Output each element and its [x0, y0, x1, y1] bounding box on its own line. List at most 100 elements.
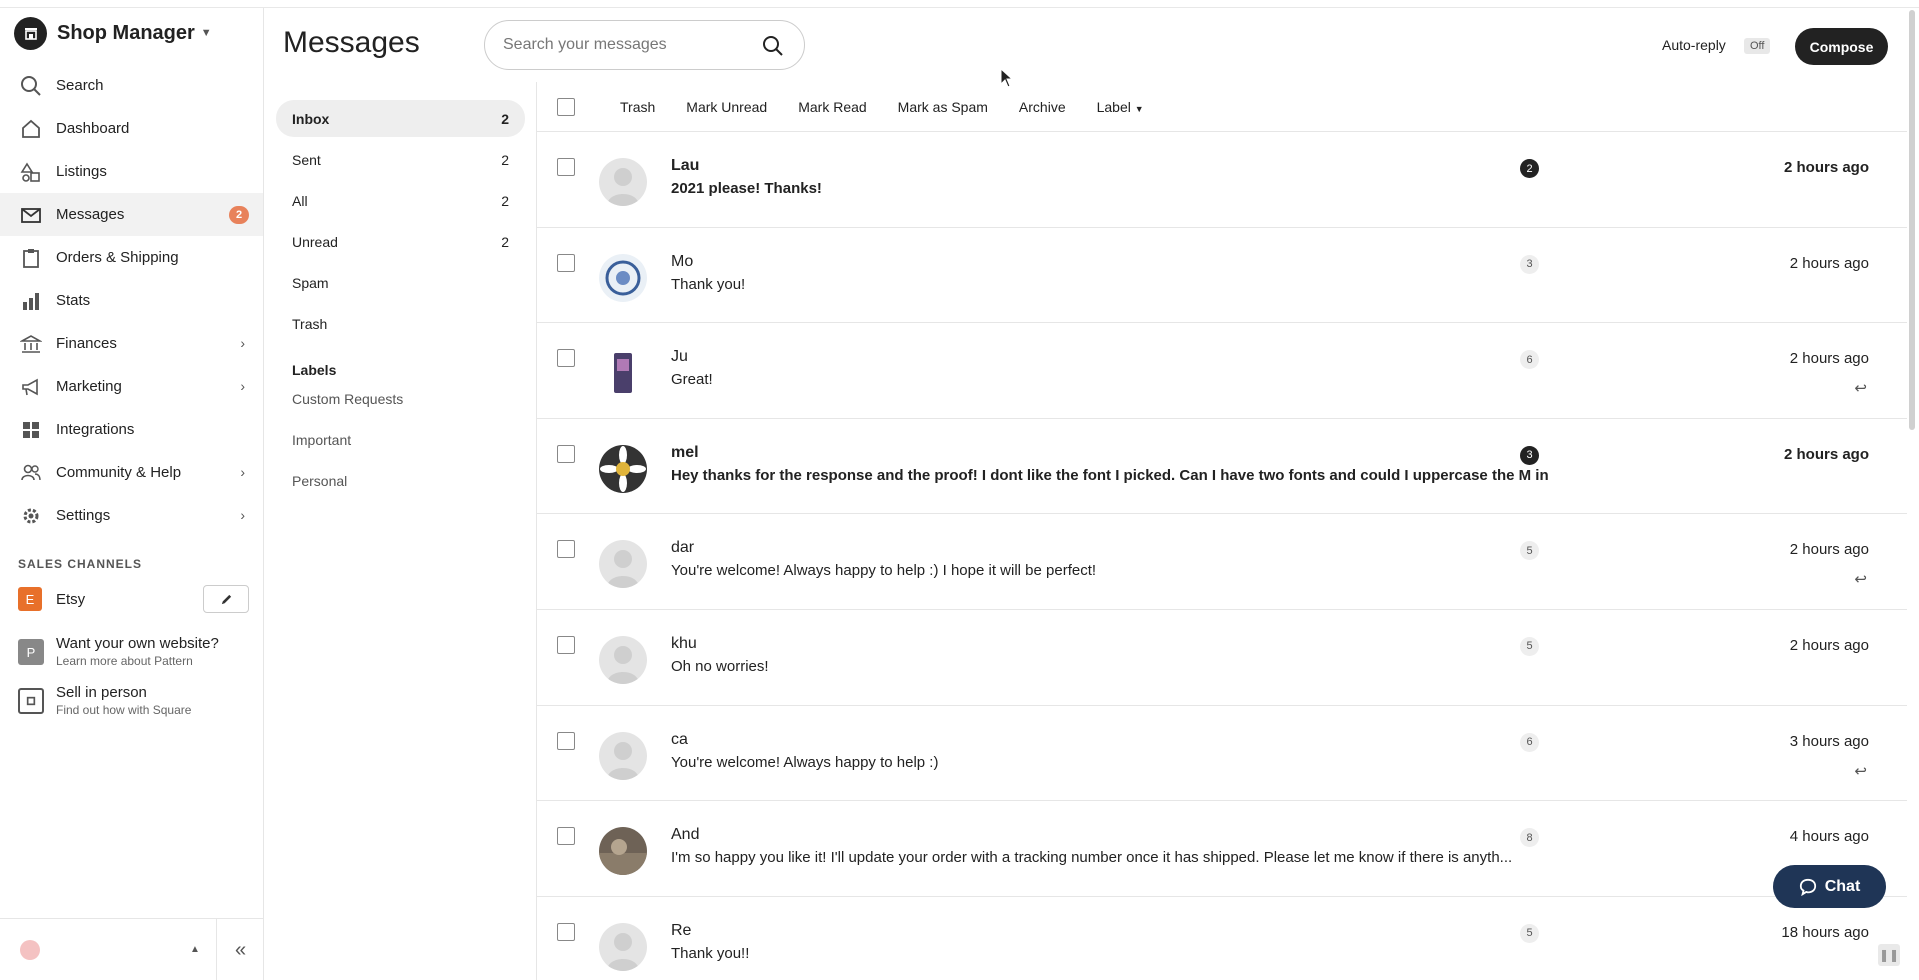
sales-channels-title: SALES CHANNELS — [18, 557, 143, 571]
square-promo[interactable]: Sell in person Find out how with Square — [0, 684, 263, 717]
sidebar-item-finances[interactable]: Finances › — [0, 322, 263, 365]
message-row[interactable]: Ju Great! 6 2 hours ago ↩ — [537, 323, 1907, 419]
shop-logo-icon — [14, 16, 47, 50]
row-checkbox[interactable] — [557, 635, 575, 654]
sidebar-item-stats[interactable]: Stats — [0, 279, 263, 322]
caret-down-icon: ▼ — [1134, 103, 1144, 114]
sender-name: Re — [671, 921, 692, 939]
chat-label: Chat — [1824, 877, 1861, 895]
pattern-promo[interactable]: P Want your own website? Learn more abou… — [0, 635, 263, 668]
row-checkbox[interactable] — [557, 158, 575, 176]
trash-button[interactable]: Trash — [620, 99, 655, 115]
message-row[interactable]: khu Oh no worries! 5 2 hours ago — [537, 610, 1907, 706]
mark-unread-button[interactable]: Mark Unread — [686, 99, 767, 115]
scrollbar[interactable] — [1909, 10, 1915, 430]
avatar — [599, 253, 647, 302]
sidebar-item-orders-shipping[interactable]: Orders & Shipping — [0, 236, 263, 279]
message-row[interactable]: Mo Thank you! 3 2 hours ago — [537, 228, 1907, 324]
search-box[interactable] — [484, 20, 805, 70]
row-checkbox[interactable] — [557, 253, 575, 272]
gear-icon — [18, 505, 44, 527]
label-custom-requests[interactable]: Custom Requests — [276, 378, 525, 419]
message-count: 8 — [1520, 828, 1539, 848]
caret-up-icon[interactable]: ▲ — [190, 944, 200, 955]
message-row[interactable]: Lau 2021 please! Thanks! 2 2 hours ago — [537, 132, 1907, 228]
folder-sent[interactable]: Sent 2 — [276, 141, 525, 178]
mark-read-button[interactable]: Mark Read — [798, 99, 866, 115]
folder-all[interactable]: All 2 — [276, 182, 525, 219]
message-preview: Thank you!! — [671, 944, 750, 962]
etsy-channel[interactable]: E Etsy — [0, 579, 263, 619]
label-important[interactable]: Important — [276, 419, 525, 460]
message-list: Lau 2021 please! Thanks! 2 2 hours ago M… — [537, 132, 1907, 980]
row-checkbox[interactable] — [557, 349, 575, 368]
user-avatar[interactable] — [20, 939, 40, 960]
sidebar-nav: Search Dashboard Listings Messages 2 Ord… — [0, 64, 263, 537]
label-personal[interactable]: Personal — [276, 460, 525, 501]
message-row[interactable]: mel Hey thanks for the response and the … — [537, 419, 1907, 515]
message-count: 6 — [1520, 732, 1539, 752]
home-icon — [18, 118, 44, 140]
labels-title: Labels — [292, 362, 337, 378]
chat-button[interactable]: Chat — [1773, 865, 1886, 908]
folder-inbox[interactable]: Inbox 2 — [276, 100, 525, 137]
compose-button[interactable]: Compose — [1795, 28, 1888, 65]
archive-button[interactable]: Archive — [1019, 99, 1066, 115]
sidebar-item-label: Integrations — [56, 421, 135, 438]
message-time: 18 hours ago — [1781, 923, 1869, 941]
message-row[interactable]: ca You're welcome! Always happy to help … — [537, 706, 1907, 802]
square-icon — [18, 688, 44, 714]
shop-title: Shop Manager — [57, 21, 195, 44]
mark-spam-button[interactable]: Mark as Spam — [898, 99, 988, 115]
auto-reply-toggle[interactable]: Off — [1744, 38, 1771, 54]
folder-spam[interactable]: Spam — [276, 264, 525, 301]
collapse-sidebar-button[interactable]: « — [216, 919, 264, 980]
search-input[interactable] — [503, 36, 743, 54]
sidebar-item-integrations[interactable]: Integrations — [0, 408, 263, 451]
message-preview: I'm so happy you like it! I'll update yo… — [671, 849, 1513, 867]
sidebar-item-settings[interactable]: Settings › — [0, 494, 263, 537]
sidebar-item-label: Dashboard — [56, 120, 130, 137]
sidebar-item-messages[interactable]: Messages 2 — [0, 193, 263, 236]
message-row[interactable]: And I'm so happy you like it! I'll updat… — [537, 801, 1907, 897]
shop-manager-header[interactable]: Shop Manager ▼ — [0, 8, 263, 58]
row-checkbox[interactable] — [557, 922, 575, 941]
message-row[interactable]: dar You're welcome! Always happy to help… — [537, 514, 1907, 610]
message-time: 2 hours ago — [1789, 254, 1869, 272]
sidebar-item-dashboard[interactable]: Dashboard — [0, 107, 263, 150]
message-preview: You're welcome! Always happy to help :) — [671, 753, 939, 771]
shapes-icon — [18, 161, 44, 183]
sidebar-item-listings[interactable]: Listings — [0, 150, 263, 193]
select-all-checkbox[interactable] — [557, 97, 575, 116]
replied-icon: ↩ — [1854, 380, 1867, 398]
folder-unread[interactable]: Unread 2 — [276, 223, 525, 260]
pause-icon[interactable]: ❚❚ — [1878, 944, 1900, 966]
search-icon[interactable] — [762, 35, 784, 57]
sidebar-item-search[interactable]: Search — [0, 64, 263, 107]
promo-subtitle: Find out how with Square — [56, 703, 192, 717]
sidebar-item-community-help[interactable]: Community & Help › — [0, 451, 263, 494]
folder-label: Spam — [292, 274, 329, 291]
edit-channel-button[interactable] — [203, 585, 249, 613]
sidebar-item-label: Search — [56, 77, 104, 94]
sender-name: ca — [671, 730, 688, 748]
etsy-badge: E — [18, 587, 42, 611]
message-time: 3 hours ago — [1789, 732, 1869, 750]
row-checkbox[interactable] — [557, 731, 575, 750]
sidebar-item-marketing[interactable]: Marketing › — [0, 365, 263, 408]
avatar — [599, 731, 647, 780]
envelope-icon — [18, 204, 44, 226]
row-checkbox[interactable] — [557, 444, 575, 463]
folder-count: 2 — [501, 192, 509, 209]
folder-list: Inbox 2 Sent 2 All 2 Unread 2 Spam Trash Lab… — [276, 100, 525, 501]
message-row[interactable]: Re Thank you!! 5 18 hours ago — [537, 897, 1907, 980]
sidebar-item-label: Stats — [56, 292, 91, 309]
chevron-right-icon: › — [240, 335, 245, 351]
row-checkbox[interactable] — [557, 827, 575, 846]
row-checkbox[interactable] — [557, 540, 575, 559]
folder-count: 2 — [501, 110, 509, 127]
message-time: 4 hours ago — [1789, 828, 1869, 846]
folder-trash[interactable]: Trash — [276, 305, 525, 342]
label-dropdown[interactable]: Label ▼ — [1097, 99, 1144, 115]
sidebar-item-label: Community & Help — [56, 464, 182, 481]
